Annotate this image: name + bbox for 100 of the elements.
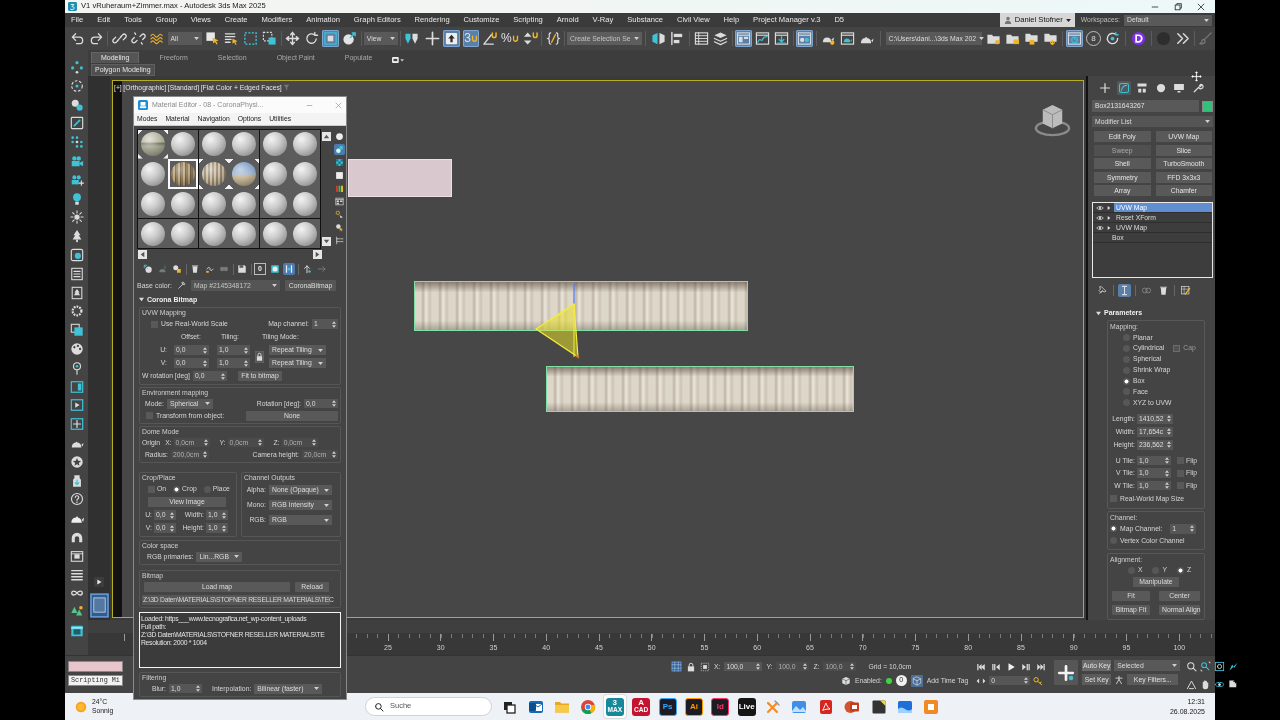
ring-pointer-icon[interactable] <box>333 209 345 220</box>
sphere-arrow-icon[interactable] <box>341 30 359 47</box>
arrows-magnet-icon[interactable] <box>521 30 539 47</box>
step-back-icon[interactable] <box>991 661 1002 672</box>
scroll-up-icon[interactable] <box>321 132 331 141</box>
four-dots-icon[interactable] <box>69 60 84 74</box>
table-icon[interactable] <box>693 30 710 47</box>
radio-button[interactable] <box>173 485 181 493</box>
angle-magnet-icon[interactable] <box>480 30 498 47</box>
crosshair-icon[interactable] <box>424 30 442 47</box>
material-slot[interactable] <box>198 129 229 159</box>
material-slot[interactable] <box>198 159 229 189</box>
material-slot[interactable] <box>137 159 168 189</box>
plus-icon[interactable] <box>1098 81 1112 95</box>
scroll-left-icon[interactable] <box>138 249 147 259</box>
i-beam-icon[interactable] <box>1118 283 1131 297</box>
grid-square-icon[interactable] <box>670 661 682 672</box>
status-dot-icon[interactable] <box>885 677 892 684</box>
tree-card-icon[interactable] <box>69 285 84 300</box>
window-clock-icon[interactable] <box>1066 30 1083 47</box>
material-slot[interactable] <box>168 218 198 249</box>
radio-button[interactable] <box>1176 566 1184 574</box>
percent-snap-toggle[interactable]: % <box>499 30 520 47</box>
play-arrow-icon[interactable] <box>94 577 104 587</box>
cross-window-icon[interactable] <box>69 417 84 432</box>
star-disc-icon[interactable] <box>69 454 84 469</box>
palette-icon[interactable] <box>69 341 84 356</box>
help-circle-icon[interactable] <box>69 492 84 507</box>
material-slot[interactable] <box>168 129 198 159</box>
camera-plus-icon[interactable] <box>69 172 84 187</box>
key-icon[interactable] <box>1033 675 1044 686</box>
window-curve-icon[interactable] <box>754 30 771 47</box>
script-output-field[interactable] <box>68 661 123 672</box>
mirror-triangles-icon[interactable] <box>650 30 667 47</box>
box-card-icon[interactable] <box>69 548 84 563</box>
material-slot[interactable] <box>168 159 198 189</box>
chevrons-icon[interactable] <box>1174 30 1191 47</box>
braces-icon[interactable] <box>544 30 562 47</box>
cursor-sphere-icon[interactable] <box>333 222 345 233</box>
play-window-icon[interactable] <box>69 398 84 413</box>
arrows-square-icon[interactable] <box>203 263 216 276</box>
eye-icon[interactable] <box>1096 204 1104 211</box>
magnifier-icon[interactable] <box>1186 661 1198 672</box>
material-slot[interactable] <box>259 218 290 249</box>
skip-start-icon[interactable] <box>976 661 987 672</box>
circular-arrow-icon[interactable] <box>1104 30 1121 47</box>
scroll-down-icon[interactable] <box>321 236 331 246</box>
color-swatch[interactable] <box>1202 100 1213 112</box>
pin-icon[interactable] <box>1096 283 1109 297</box>
logo-disc-icon[interactable] <box>1130 30 1147 47</box>
eyedropper-icon[interactable] <box>177 281 187 291</box>
window-teapot-icon[interactable] <box>839 30 856 47</box>
radio-button[interactable] <box>1110 525 1117 533</box>
collapse-triangle-icon[interactable] <box>139 297 144 303</box>
disc-square-icon[interactable] <box>268 263 281 276</box>
cube-outline-icon[interactable] <box>910 674 923 687</box>
two-spheres-icon[interactable] <box>333 144 345 155</box>
step-forward-icon[interactable] <box>1021 661 1032 672</box>
play-icon[interactable] <box>1006 661 1017 672</box>
sphere-icon[interactable] <box>333 131 345 142</box>
hierarchy-blocks-icon[interactable] <box>1135 81 1150 95</box>
ribbon-options-icon[interactable] <box>392 57 405 63</box>
sphere-cube-icon[interactable] <box>171 263 183 276</box>
dashed-square-icon[interactable] <box>242 30 260 47</box>
snap-toggle[interactable]: 3 <box>463 30 479 47</box>
window-side-icon[interactable] <box>69 379 84 394</box>
rounded-square-curve-icon[interactable] <box>1116 81 1131 95</box>
blank-square-icon[interactable] <box>333 170 345 181</box>
window-panels-icon[interactable] <box>735 30 752 47</box>
skip-end-icon[interactable] <box>1036 661 1047 672</box>
checker-icon[interactable] <box>333 157 345 168</box>
framed-pen-icon[interactable] <box>69 116 84 131</box>
taskbar-app-button[interactable]: Id <box>709 695 732 718</box>
eye-icon[interactable] <box>1096 224 1104 231</box>
radio-button[interactable] <box>1123 377 1130 385</box>
color-bars-icon[interactable] <box>333 183 345 194</box>
unlink-icon[interactable] <box>129 30 147 47</box>
nested-squares-icon[interactable] <box>322 30 340 47</box>
magnifier-corners-icon[interactable] <box>1200 661 1212 672</box>
window-spheres-icon[interactable] <box>796 30 813 47</box>
lock-icon[interactable] <box>685 661 696 672</box>
dot-grid-icon[interactable] <box>69 135 84 150</box>
starburst-icon[interactable] <box>69 210 84 225</box>
taskbar-app-button[interactable]: Ai <box>682 695 705 718</box>
cube-icon[interactable] <box>840 675 851 686</box>
maximize-icon[interactable] <box>1174 2 1182 11</box>
taskbar-app-button[interactable]: Live <box>735 695 758 718</box>
window-grid-icon[interactable] <box>333 196 345 207</box>
viewport-layout-icon[interactable] <box>89 593 109 618</box>
collapse-triangle-icon[interactable] <box>1096 310 1101 316</box>
two-spheres-icon[interactable] <box>69 97 84 112</box>
up-arrow-icon[interactable] <box>301 263 313 276</box>
material-slot[interactable] <box>290 218 320 249</box>
movie-camera-icon[interactable] <box>69 154 84 168</box>
material-slot[interactable] <box>229 218 259 249</box>
material-slot[interactable] <box>229 129 259 159</box>
material-slot[interactable] <box>137 218 168 249</box>
list-card-icon[interactable] <box>69 266 84 281</box>
dashed-ring-icon[interactable] <box>69 78 84 93</box>
dashed-frame-icon[interactable] <box>699 661 710 672</box>
